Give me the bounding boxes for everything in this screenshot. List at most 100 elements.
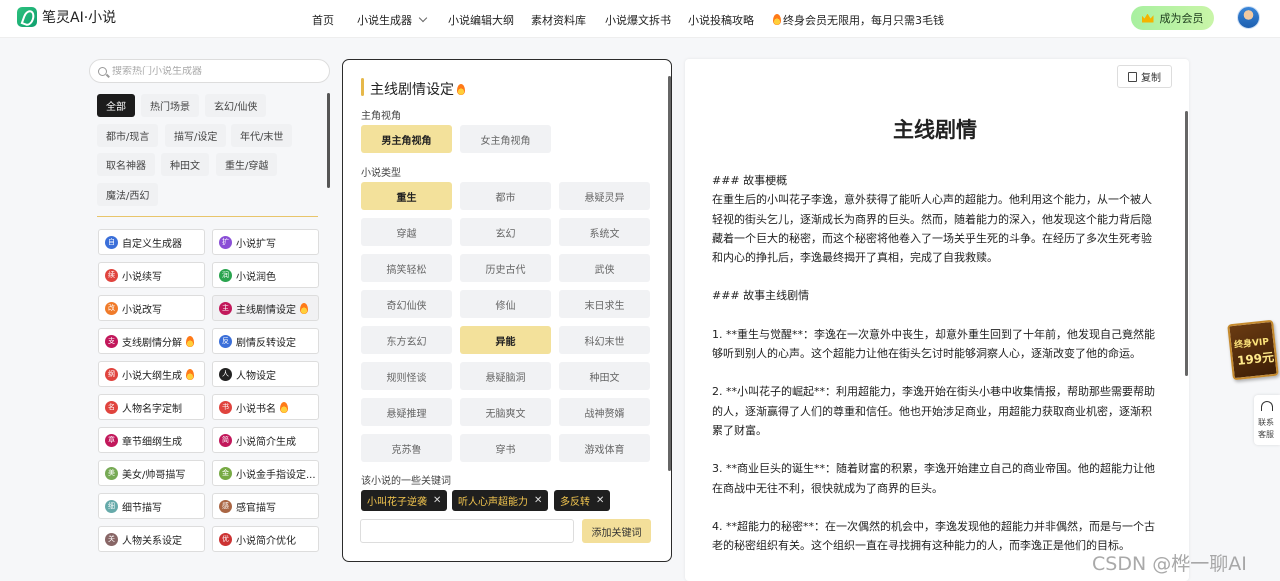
- tool-icon: 简: [219, 433, 232, 447]
- tool-icon: 反: [219, 334, 232, 348]
- close-icon[interactable]: ✕: [433, 495, 441, 506]
- genre-option[interactable]: 种田文: [559, 362, 650, 390]
- category-magic[interactable]: 魔法/西幻: [97, 183, 159, 206]
- tool-icon: 章: [105, 433, 118, 447]
- nav-lifetime-member[interactable]: 终身会员无限用，每月只需3毛钱: [773, 12, 944, 28]
- nav-book-breakdown[interactable]: 小说爆文拆书: [605, 12, 671, 28]
- genre-option[interactable]: 奇幻仙侠: [361, 290, 452, 318]
- category-rebirth[interactable]: 重生/穿越: [216, 153, 278, 176]
- tool-item[interactable]: 扩小说扩写: [212, 229, 319, 255]
- tool-item[interactable]: 书小说书名: [212, 394, 319, 420]
- logo[interactable]: 笔灵AI·小说: [17, 7, 116, 27]
- category-description[interactable]: 描写/设定: [165, 124, 227, 147]
- genre-option[interactable]: 游戏体育: [559, 434, 650, 462]
- nav-material-library[interactable]: 素材资料库: [531, 12, 586, 28]
- genre-option[interactable]: 历史古代: [460, 254, 551, 282]
- tool-item[interactable]: 纲小说大纲生成: [98, 361, 205, 387]
- genre-option[interactable]: 武侠: [559, 254, 650, 282]
- genre-option[interactable]: 战神赘婿: [559, 398, 650, 426]
- tool-label: 人物名字定制: [122, 403, 182, 415]
- genre-option[interactable]: 异能: [460, 326, 551, 354]
- close-icon[interactable]: ✕: [596, 495, 604, 506]
- tool-item[interactable]: 自自定义生成器: [98, 229, 205, 255]
- tool-item[interactable]: 关人物关系设定: [98, 526, 205, 552]
- category-urban[interactable]: 都市/现言: [97, 124, 159, 147]
- genre-option[interactable]: 修仙: [460, 290, 551, 318]
- category-farming[interactable]: 种田文: [161, 153, 209, 176]
- tool-item[interactable]: 感感官描写: [212, 493, 319, 519]
- genre-option[interactable]: 末日求生: [559, 290, 650, 318]
- category-naming[interactable]: 取名神器: [97, 153, 155, 176]
- search-input[interactable]: [112, 65, 312, 77]
- tool-item[interactable]: 章章节细纲生成: [98, 427, 205, 453]
- tool-label: 细节描写: [122, 502, 162, 514]
- tool-label: 小说简介优化: [236, 535, 296, 547]
- tool-icon: 扩: [219, 235, 232, 249]
- become-member-button[interactable]: 成为会员: [1131, 6, 1214, 30]
- add-keyword-button[interactable]: 添加关键词: [582, 519, 651, 543]
- tool-item[interactable]: 改小说改写: [98, 295, 205, 321]
- genre-option[interactable]: 玄幻: [460, 218, 551, 246]
- keyword-input[interactable]: [360, 519, 574, 543]
- nav-novel-generator[interactable]: 小说生成器: [357, 12, 428, 28]
- genre-option[interactable]: 系统文: [559, 218, 650, 246]
- tool-item[interactable]: 金小说金手指设定...: [212, 460, 319, 486]
- category-xuanhuan[interactable]: 玄幻/仙侠: [205, 94, 267, 117]
- pov-option-female[interactable]: 女主角视角: [460, 125, 551, 153]
- user-avatar[interactable]: [1237, 6, 1260, 29]
- tool-item[interactable]: 反剧情反转设定: [212, 328, 319, 354]
- genre-option[interactable]: 重生: [361, 182, 452, 210]
- tool-item[interactable]: 主主线剧情设定: [212, 295, 319, 321]
- genre-option[interactable]: 穿书: [460, 434, 551, 462]
- tool-label: 小说改写: [122, 304, 162, 316]
- tool-label: 章节细纲生成: [122, 436, 182, 448]
- customer-service-button[interactable]: 联系 客服: [1254, 395, 1280, 445]
- service-line2: 客服: [1258, 430, 1274, 439]
- tool-item[interactable]: 人人物设定: [212, 361, 319, 387]
- tool-item[interactable]: 续小说续写: [98, 262, 205, 288]
- result-scrollbar[interactable]: [1185, 111, 1188, 376]
- genre-option[interactable]: 穿越: [361, 218, 452, 246]
- middle-scrollbar[interactable]: [668, 76, 671, 471]
- genre-option[interactable]: 搞笑轻松: [361, 254, 452, 282]
- lifetime-vip-badge[interactable]: 终身VIP 199元: [1227, 319, 1280, 381]
- genre-option[interactable]: 克苏鲁: [361, 434, 452, 462]
- genre-option[interactable]: 悬疑推理: [361, 398, 452, 426]
- generator-search[interactable]: [89, 59, 330, 83]
- tool-item[interactable]: 名人物名字定制: [98, 394, 205, 420]
- tool-label: 感官描写: [236, 502, 276, 514]
- tool-item[interactable]: 美美女/帅哥描写: [98, 460, 205, 486]
- become-member-label: 成为会员: [1159, 12, 1204, 25]
- category-all[interactable]: 全部: [97, 94, 135, 117]
- genre-option[interactable]: 科幻末世: [559, 326, 650, 354]
- genre-option[interactable]: 悬疑灵异: [559, 182, 650, 210]
- pov-option-male[interactable]: 男主角视角: [361, 125, 452, 153]
- genre-option[interactable]: 都市: [460, 182, 551, 210]
- headset-icon: [1261, 401, 1273, 411]
- tool-item[interactable]: 细细节描写: [98, 493, 205, 519]
- genre-option[interactable]: 东方玄幻: [361, 326, 452, 354]
- tool-icon: 金: [219, 466, 232, 480]
- tool-item[interactable]: 优小说简介优化: [212, 526, 319, 552]
- document-title: 主线剧情: [893, 118, 977, 142]
- nav-home[interactable]: 首页: [312, 12, 334, 28]
- result-panel: 复制 主线剧情 ### 故事梗概 在重生后的小叫花子李逸，意外获得了能听人心声的超…: [685, 59, 1189, 581]
- tool-item[interactable]: 支支线剧情分解: [98, 328, 205, 354]
- nav-novel-outline[interactable]: 小说编辑大纲: [448, 12, 514, 28]
- genre-option[interactable]: 规则怪谈: [361, 362, 452, 390]
- nav-submission-guide[interactable]: 小说投稿攻略: [688, 12, 754, 28]
- category-era[interactable]: 年代/末世: [231, 124, 293, 147]
- keyword-text: 小叫花子逆袭: [367, 497, 427, 508]
- tool-label: 主线剧情设定: [236, 304, 296, 316]
- genre-option[interactable]: 悬疑脑洞: [460, 362, 551, 390]
- left-scrollbar[interactable]: [327, 93, 330, 188]
- close-icon[interactable]: ✕: [534, 495, 542, 506]
- tool-label: 小说润色: [236, 271, 276, 283]
- panel-title: 主线剧情设定: [370, 79, 467, 99]
- genre-option[interactable]: 无脑爽文: [460, 398, 551, 426]
- tool-item[interactable]: 润小说润色: [212, 262, 319, 288]
- category-hot-scenes[interactable]: 热门场景: [141, 94, 199, 117]
- tool-item[interactable]: 简小说简介生成: [212, 427, 319, 453]
- category-divider: [97, 216, 318, 217]
- copy-button[interactable]: 复制: [1117, 65, 1172, 88]
